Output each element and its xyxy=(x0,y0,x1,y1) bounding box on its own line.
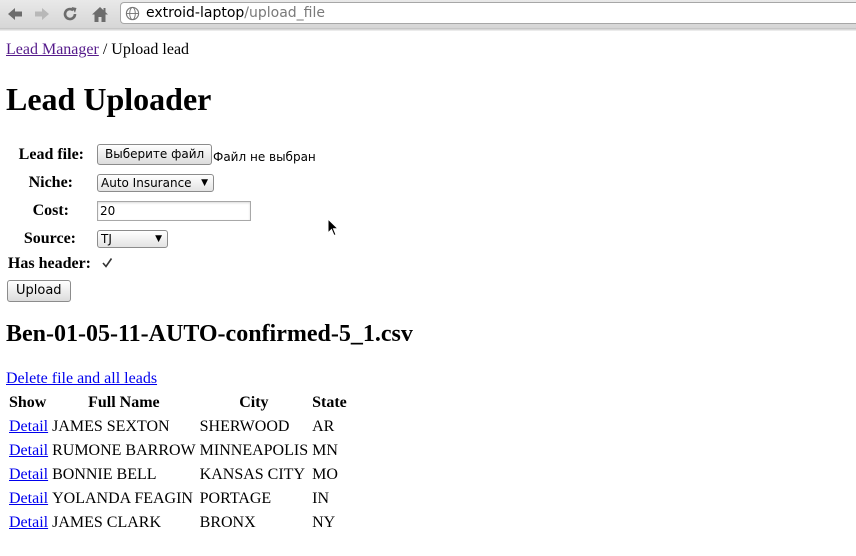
column-header-state: State xyxy=(312,394,347,411)
cell-state: MO xyxy=(312,466,338,483)
forward-button[interactable] xyxy=(31,3,53,25)
table-row: Detail JAMES CLARK BRONX NY xyxy=(8,512,348,534)
mouse-pointer-icon xyxy=(327,218,339,237)
reload-button[interactable] xyxy=(59,3,81,25)
cell-state: MN xyxy=(312,442,338,459)
delete-file-link[interactable]: Delete file and all leads xyxy=(6,370,157,388)
checkmark-icon xyxy=(102,258,113,268)
home-button[interactable] xyxy=(89,3,111,25)
cell-city: BRONX xyxy=(199,514,256,531)
cell-state: NY xyxy=(312,514,336,531)
has-header-checkbox[interactable] xyxy=(101,257,113,269)
home-icon xyxy=(92,6,108,22)
page-title: Lead Uploader xyxy=(6,81,212,117)
column-header-city: City xyxy=(239,394,269,411)
dropdown-arrow-icon: ▼ xyxy=(201,178,208,188)
cell-state: IN xyxy=(312,490,329,507)
toolbar-divider xyxy=(0,28,856,31)
detail-link[interactable]: Detail xyxy=(9,418,48,435)
cell-full-name: JAMES CLARK xyxy=(52,514,161,531)
cell-state: AR xyxy=(312,418,335,435)
file-name-heading: Ben-01-05-11-AUTO-confirmed-5_1.csv xyxy=(6,321,413,347)
cell-full-name: YOLANDA FEAGIN xyxy=(52,490,193,507)
breadcrumb: Lead Manager / Upload lead xyxy=(6,41,189,59)
cell-full-name: BONNIE BELL xyxy=(52,466,157,483)
niche-selected-value: Auto Insurance xyxy=(101,176,192,190)
reload-icon xyxy=(63,7,77,21)
leads-table: Show Full Name City State Detail JAMES S… xyxy=(6,390,350,536)
source-select[interactable]: TJ ▼ xyxy=(97,230,168,248)
browser-toolbar: extroid-laptop/upload_file xyxy=(0,0,856,29)
url-path: /upload_file xyxy=(244,5,325,21)
url-text: extroid-laptop/upload_file xyxy=(146,3,325,23)
cost-input[interactable] xyxy=(97,201,251,221)
cell-city: MINNEAPOLIS xyxy=(199,442,309,459)
address-bar[interactable]: extroid-laptop/upload_file xyxy=(120,2,856,24)
detail-link[interactable]: Detail xyxy=(9,514,48,531)
back-button[interactable] xyxy=(4,3,26,25)
back-arrow-icon xyxy=(8,8,22,20)
forward-arrow-icon xyxy=(35,8,49,20)
upload-button[interactable]: Upload xyxy=(7,280,71,302)
table-row: Detail JAMES SEXTON SHERWOOD AR xyxy=(8,416,348,438)
file-status-text: Файл не выбран xyxy=(213,150,316,164)
source-label: Source: xyxy=(23,230,76,247)
choose-file-button[interactable]: Выберите файл xyxy=(97,144,213,165)
table-header-row: Show Full Name City State xyxy=(8,392,348,414)
cost-label: Cost: xyxy=(32,202,69,219)
dropdown-arrow-icon: ▼ xyxy=(155,234,162,244)
niche-select[interactable]: Auto Insurance ▼ xyxy=(97,174,214,192)
detail-link[interactable]: Detail xyxy=(9,442,48,459)
breadcrumb-lead-manager-link[interactable]: Lead Manager xyxy=(6,41,99,58)
cell-full-name: RUMONE BARROW xyxy=(52,442,196,459)
column-header-show: Show xyxy=(9,394,47,411)
column-header-full-name: Full Name xyxy=(88,394,160,411)
niche-label: Niche: xyxy=(28,174,73,191)
globe-icon xyxy=(125,6,140,21)
detail-link[interactable]: Detail xyxy=(9,490,48,507)
breadcrumb-current: Upload lead xyxy=(111,41,190,58)
url-host: extroid-laptop xyxy=(146,5,245,21)
breadcrumb-separator: / xyxy=(98,41,112,58)
lead-file-label: Lead file: xyxy=(18,146,84,163)
cell-full-name: JAMES SEXTON xyxy=(52,418,170,435)
table-row: Detail RUMONE BARROW MINNEAPOLIS MN xyxy=(8,440,348,462)
detail-link[interactable]: Detail xyxy=(9,466,48,483)
cell-city: PORTAGE xyxy=(199,490,272,507)
table-row: Detail BONNIE BELL KANSAS CITY MO xyxy=(8,464,348,486)
source-selected-value: TJ xyxy=(101,232,112,246)
cell-city: KANSAS CITY xyxy=(199,466,305,483)
cell-city: SHERWOOD xyxy=(199,418,290,435)
table-row: Detail YOLANDA FEAGIN PORTAGE IN xyxy=(8,488,348,510)
has-header-label: Has header: xyxy=(7,255,91,272)
